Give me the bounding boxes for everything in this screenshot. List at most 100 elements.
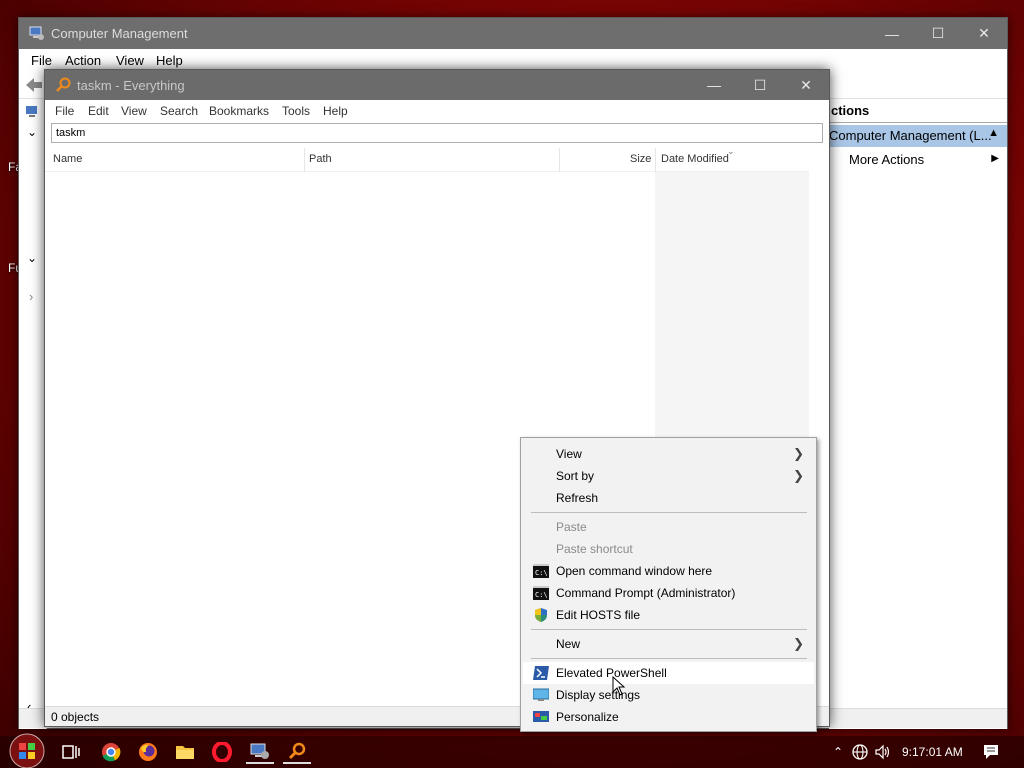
svg-text:C:\: C:\ xyxy=(535,569,548,577)
ev-menu-help[interactable]: Help xyxy=(323,104,348,118)
menu-separator xyxy=(531,658,807,659)
ctx-new[interactable]: New ❯ xyxy=(523,633,814,655)
cm-menu-view[interactable]: View xyxy=(116,53,144,68)
ctx-open-command-window-label: Open command window here xyxy=(556,564,713,578)
taskbar: ⌃ 9:17:01 AM xyxy=(0,733,1024,768)
ctx-display-settings[interactable]: Display settings xyxy=(523,684,814,706)
cm-close-button[interactable]: ✕ xyxy=(961,18,1007,49)
cm-menu-file[interactable]: File xyxy=(31,53,52,68)
network-globe-icon[interactable] xyxy=(848,740,872,764)
ctx-personalize[interactable]: Personalize xyxy=(523,706,814,728)
cmd-icon: C:\ xyxy=(533,564,549,578)
actions-selected-label: Computer Management (L... xyxy=(829,128,992,143)
console-tree-icon[interactable] xyxy=(25,104,41,120)
tree-chevron-down-icon-2[interactable]: ⌄ xyxy=(27,251,37,265)
ev-maximize-button[interactable]: ☐ xyxy=(737,70,783,100)
cm-minimize-button[interactable]: — xyxy=(869,18,915,49)
desktop-context-menu: View ❯ Sort by ❯ Refresh Paste Paste sho… xyxy=(520,437,817,732)
cm-console-tree: ⌄ ⌄ › ‹ xyxy=(19,99,47,729)
cm-menubar: File Action View Help xyxy=(19,49,1007,71)
menu-separator xyxy=(531,512,807,513)
opera-icon[interactable] xyxy=(210,740,234,764)
ev-menu-tools[interactable]: Tools xyxy=(282,104,310,118)
cmd-icon: C:\ xyxy=(533,586,549,600)
sort-indicator-icon: ⌄ xyxy=(727,146,735,156)
everything-search-icon xyxy=(56,77,71,92)
everything-taskbar-icon[interactable] xyxy=(283,740,311,764)
back-arrow-icon[interactable] xyxy=(25,77,43,93)
ctx-personalize-label: Personalize xyxy=(556,710,619,724)
personalize-icon xyxy=(533,711,549,722)
submenu-arrow-icon: ▶ xyxy=(991,153,999,164)
ev-menu-edit[interactable]: Edit xyxy=(88,104,109,118)
ctx-refresh[interactable]: Refresh xyxy=(523,487,814,509)
taskbar-clock[interactable]: 9:17:01 AM xyxy=(902,745,963,759)
ev-titlebar[interactable]: taskm - Everything — ☐ ✕ xyxy=(45,70,829,100)
menu-separator xyxy=(531,629,807,630)
ev-close-button[interactable]: ✕ xyxy=(783,70,829,100)
chevron-right-icon: ❯ xyxy=(793,468,804,483)
search-input[interactable] xyxy=(51,123,823,143)
ctx-view-label: View xyxy=(556,447,582,461)
ctx-view[interactable]: View ❯ xyxy=(523,443,814,465)
more-actions-item[interactable]: More Actions ▶ xyxy=(829,149,1007,171)
col-divider[interactable] xyxy=(655,148,656,172)
cm-menu-help[interactable]: Help xyxy=(156,53,183,68)
ctx-sort-by-label: Sort by xyxy=(556,469,595,483)
firefox-icon[interactable] xyxy=(136,740,160,764)
cm-titlebar[interactable]: Computer Management — ☐ ✕ xyxy=(19,18,1007,49)
ctx-elevated-powershell[interactable]: Elevated PowerShell xyxy=(523,662,814,684)
tree-chevron-down-icon[interactable]: ⌄ xyxy=(27,125,37,139)
powershell-icon xyxy=(533,666,549,680)
ctx-paste-label: Paste xyxy=(556,520,587,534)
ev-menu-bookmarks[interactable]: Bookmarks xyxy=(209,104,269,118)
ev-minimize-button[interactable]: — xyxy=(691,70,737,100)
ctx-edit-hosts[interactable]: Edit HOSTS file xyxy=(523,604,814,626)
computer-management-taskbar-icon[interactable] xyxy=(246,740,274,764)
tree-chevron-right-icon[interactable]: › xyxy=(29,289,33,304)
col-path[interactable]: Path xyxy=(309,153,332,165)
actions-selected-item[interactable]: Computer Management (L... ▲ xyxy=(829,125,1007,147)
ev-menubar: File Edit View Search Bookmarks Tools He… xyxy=(45,100,829,122)
ev-menu-search[interactable]: Search xyxy=(160,104,198,118)
shield-icon xyxy=(535,608,547,622)
ctx-refresh-label: Refresh xyxy=(556,491,599,505)
task-view-icon[interactable] xyxy=(59,740,83,764)
action-center-icon[interactable] xyxy=(979,740,1003,764)
ctx-paste-shortcut-label: Paste shortcut xyxy=(556,542,633,556)
ctx-paste: Paste xyxy=(523,516,814,538)
show-hidden-icons-icon[interactable]: ⌃ xyxy=(826,740,850,764)
collapse-up-icon[interactable]: ▲ xyxy=(988,127,999,139)
display-icon xyxy=(533,688,549,701)
ev-menu-file[interactable]: File xyxy=(55,104,74,118)
ctx-command-prompt-admin[interactable]: C:\ Command Prompt (Administrator) xyxy=(523,582,814,604)
ctx-open-command-window[interactable]: C:\ Open command window here xyxy=(523,560,814,582)
ctx-sort-by[interactable]: Sort by ❯ xyxy=(523,465,814,487)
file-explorer-icon[interactable] xyxy=(173,740,197,764)
volume-icon[interactable] xyxy=(871,740,895,764)
more-actions-label: More Actions xyxy=(849,152,925,167)
ctx-display-settings-label: Display settings xyxy=(556,688,641,702)
computer-management-icon xyxy=(29,26,44,40)
chevron-right-icon: ❯ xyxy=(793,446,804,461)
ev-window-title: taskm - Everything xyxy=(77,78,185,93)
chrome-icon[interactable] xyxy=(99,740,123,764)
cm-maximize-button[interactable]: ☐ xyxy=(915,18,961,49)
col-divider[interactable] xyxy=(304,148,305,172)
svg-text:C:\: C:\ xyxy=(535,591,548,599)
cm-window-title: Computer Management xyxy=(51,26,188,41)
col-date-modified[interactable]: Date Modified xyxy=(661,153,729,165)
col-size[interactable]: Size xyxy=(630,153,651,165)
ctx-command-prompt-admin-label: Command Prompt (Administrator) xyxy=(556,586,736,600)
results-header: Name Path Size Date Modified ⌄ xyxy=(45,146,809,172)
col-divider[interactable] xyxy=(559,148,560,172)
actions-header: ctions xyxy=(829,103,1007,123)
ev-menu-view[interactable]: View xyxy=(121,104,147,118)
start-button-icon[interactable] xyxy=(8,732,46,768)
ctx-paste-shortcut: Paste shortcut xyxy=(523,538,814,560)
mouse-cursor-icon xyxy=(612,676,626,696)
cm-menu-action[interactable]: Action xyxy=(65,53,101,68)
col-name[interactable]: Name xyxy=(53,153,82,165)
ctx-new-label: New xyxy=(556,637,581,651)
actions-pane: ctions Computer Management (L... ▲ More … xyxy=(829,99,1007,729)
